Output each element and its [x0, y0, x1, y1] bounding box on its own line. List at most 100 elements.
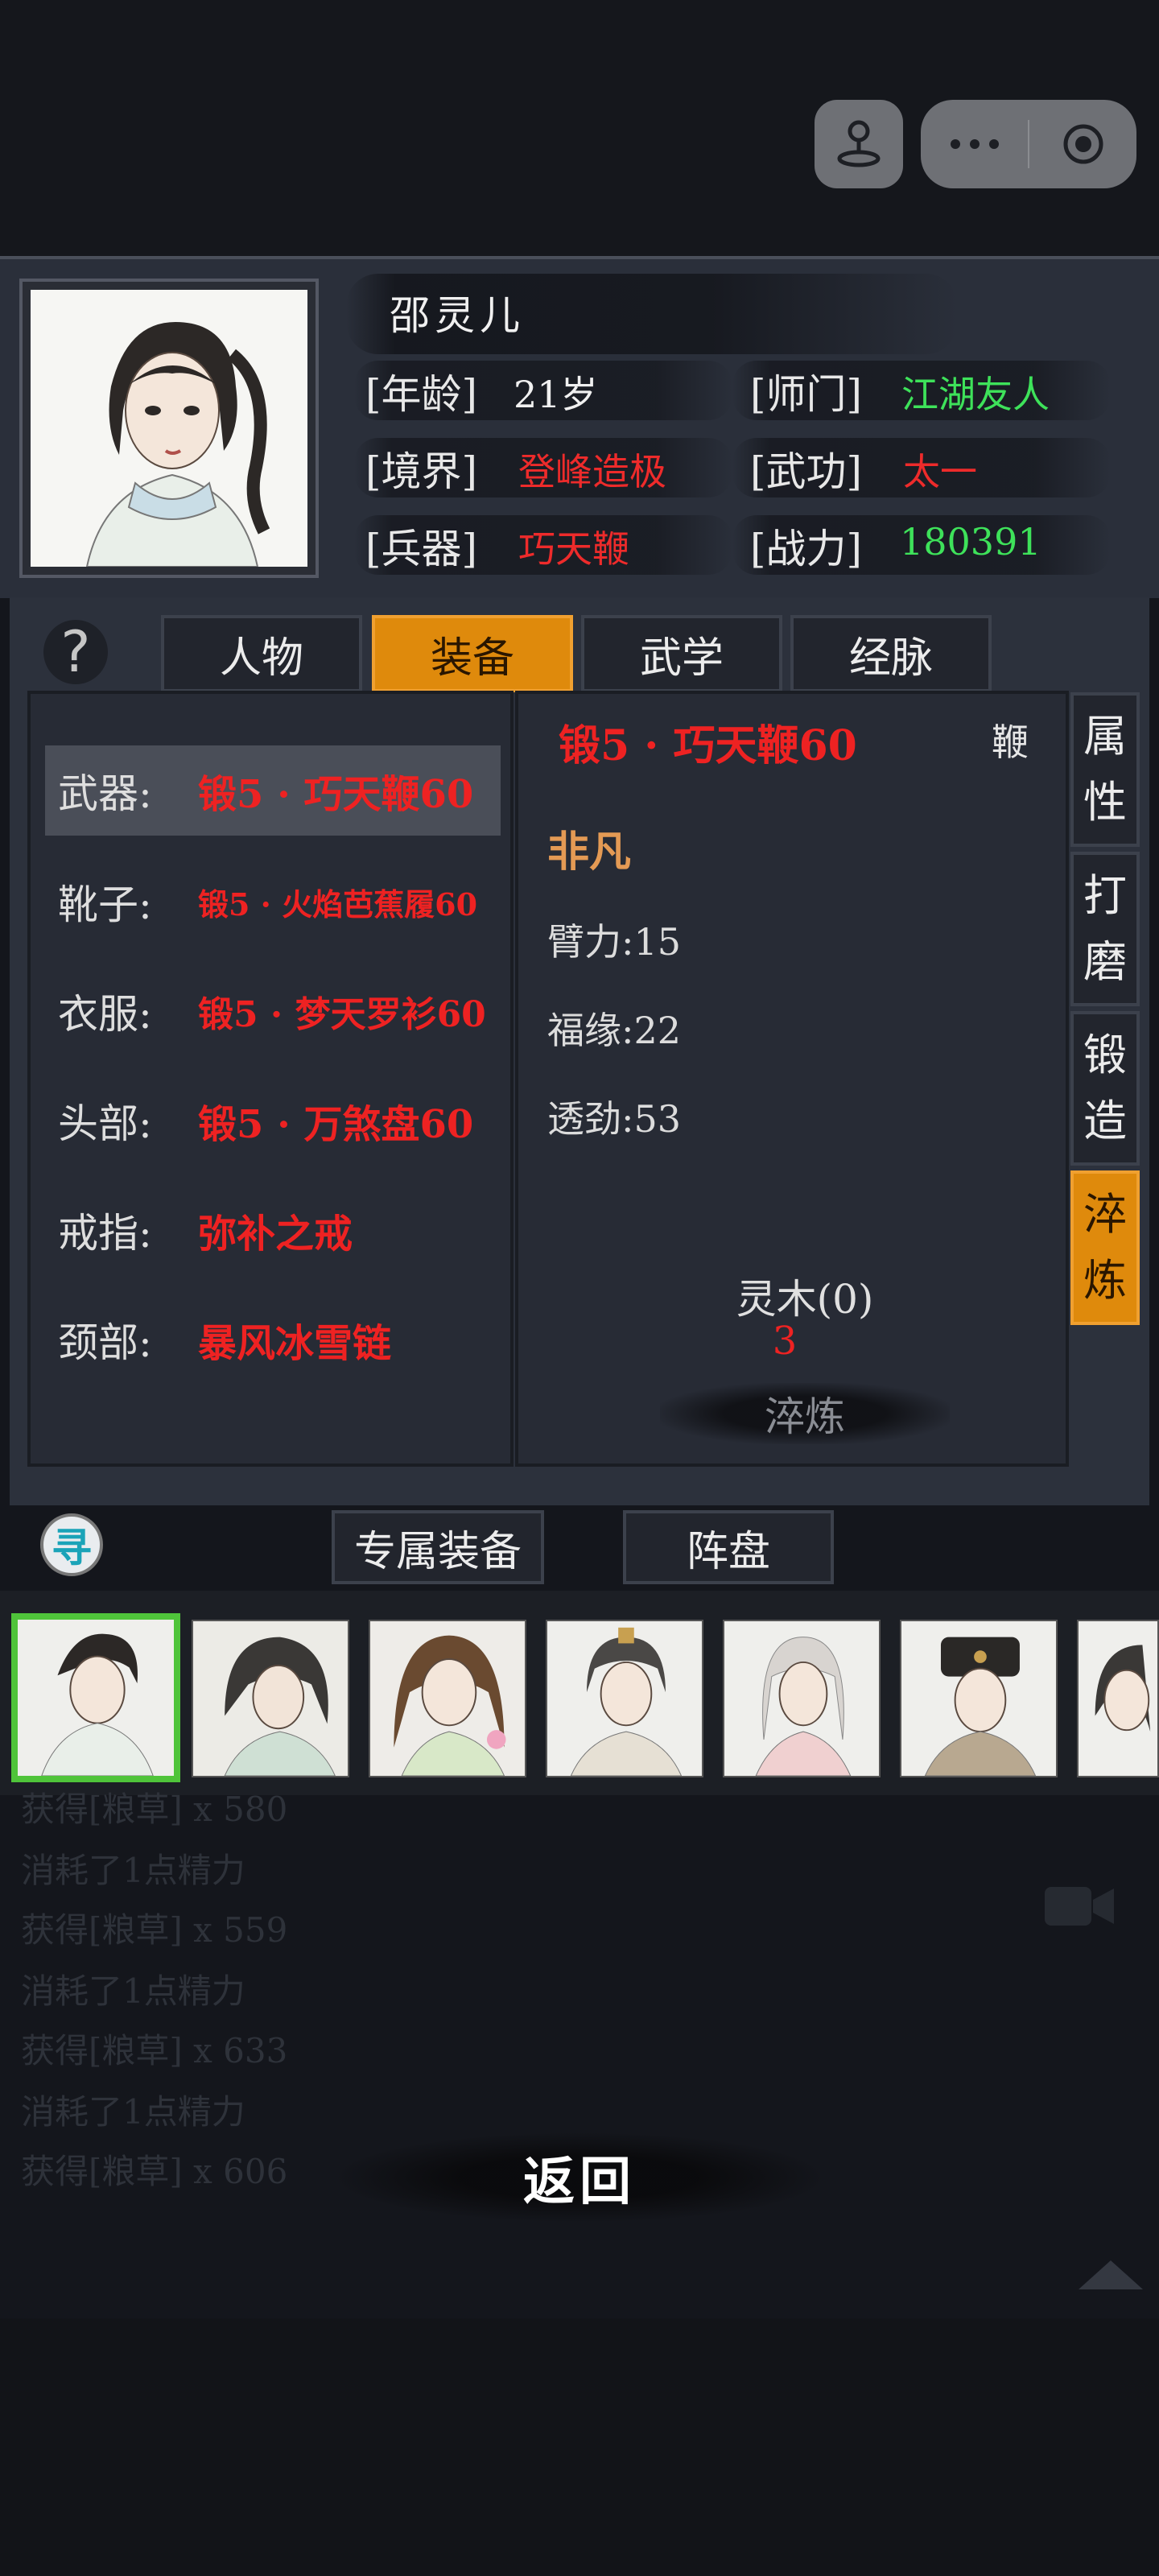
side-tab-char: 磨 — [1083, 936, 1127, 987]
slot-boots[interactable]: 靴子: 锻5 · 火焰芭蕉履60 — [45, 857, 501, 947]
slot-value: 锻5 · 万煞盘60 — [198, 1102, 474, 1147]
refine-label: 淬炼 — [765, 1393, 845, 1440]
item-attribute: 透劲:53 — [547, 1097, 682, 1141]
realm-value: 登峰造极 — [518, 450, 666, 493]
power-label: [战力] — [750, 526, 863, 572]
item-attribute: 臂力:15 — [547, 920, 682, 964]
side-tab-char: 淬 — [1083, 1189, 1127, 1240]
character-avatar — [370, 1621, 525, 1776]
sect-value: 江湖友人 — [901, 373, 1050, 416]
character-avatar — [901, 1621, 1056, 1776]
log-line: 获得[粮草] x 606 — [21, 2152, 288, 2191]
slot-label: 衣服: — [58, 991, 152, 1038]
roster-character[interactable] — [11, 1613, 180, 1782]
tab-meridians[interactable]: 经脉 — [790, 615, 992, 692]
roster-character[interactable] — [192, 1620, 349, 1777]
tab-label: 人物 — [219, 634, 303, 683]
side-tab-char: 炼 — [1083, 1255, 1127, 1306]
slot-weapon[interactable]: 武器: 锻5 · 巧天鞭60 — [45, 745, 501, 836]
slot-clothes[interactable]: 衣服: 锻5 · 梦天罗衫60 — [45, 966, 501, 1056]
side-tab-char: 打 — [1083, 870, 1127, 921]
side-tab-temper[interactable]: 淬 炼 — [1070, 1170, 1140, 1325]
tab-label: 装备 — [430, 634, 514, 683]
video-camera-icon[interactable] — [1043, 1884, 1116, 1929]
character-portrait — [23, 282, 316, 575]
portrait-avatar — [31, 290, 307, 568]
martial-value: 太一 — [903, 450, 977, 493]
log-line: 消耗了1点精力 — [21, 1971, 245, 2011]
roster-character[interactable] — [546, 1620, 703, 1777]
sect-label: [师门] — [750, 371, 863, 418]
joystick-button[interactable] — [815, 100, 903, 188]
character-avatar — [547, 1621, 702, 1776]
close-target-button[interactable] — [1029, 100, 1136, 188]
more-button[interactable] — [921, 100, 1028, 188]
help-button[interactable]: ? — [43, 619, 108, 685]
log-line: 获得[粮草] x 633 — [21, 2031, 288, 2070]
log-line: 获得[粮草] x 559 — [21, 1910, 288, 1950]
roster-character[interactable] — [723, 1620, 881, 1777]
slot-label: 戒指: — [58, 1210, 152, 1257]
help-icon: ? — [60, 619, 91, 685]
character-avatar — [1079, 1621, 1157, 1776]
roster-character[interactable] — [1077, 1620, 1159, 1777]
more-dots-icon — [950, 139, 999, 149]
slot-neck[interactable]: 颈部: 暴风冰雪链 — [45, 1294, 501, 1385]
log-line: 获得[粮草] x 580 — [21, 1790, 288, 1829]
material-count: 3 — [772, 1319, 798, 1364]
slot-value: 锻5 · 火焰芭蕉履60 — [198, 886, 478, 923]
back-label: 返回 — [523, 2152, 636, 2212]
tab-label: 武学 — [639, 634, 724, 683]
roster-character[interactable] — [369, 1620, 526, 1777]
slot-ring[interactable]: 戒指: 弥补之戒 — [45, 1185, 501, 1275]
slot-label: 颈部: — [58, 1319, 152, 1366]
seek-icon: 寻 — [52, 1524, 92, 1571]
side-tab-char: 造 — [1083, 1096, 1127, 1146]
back-button[interactable]: 返回 — [338, 2133, 821, 2222]
mini-program-capsule — [921, 100, 1136, 188]
tab-martial-arts[interactable]: 武学 — [581, 615, 782, 692]
side-tab-char: 锻 — [1083, 1030, 1127, 1080]
sub-tab-label: 阵盘 — [686, 1527, 770, 1576]
tab-label: 经脉 — [848, 634, 933, 683]
weapon-value: 巧天鞭 — [518, 527, 629, 571]
tab-formation[interactable]: 阵盘 — [623, 1510, 834, 1584]
item-attribute: 福缘:22 — [547, 1009, 682, 1052]
character-avatar — [724, 1621, 879, 1776]
character-avatar — [193, 1621, 348, 1776]
scroll-up-arrow-icon[interactable] — [1079, 2260, 1143, 2289]
slot-value: 暴风冰雪链 — [198, 1321, 392, 1366]
power-value: 180391 — [900, 520, 1041, 564]
weapon-label: [兵器] — [365, 526, 478, 572]
refine-button[interactable]: 淬炼 — [660, 1383, 950, 1444]
slot-value: 弥补之戒 — [198, 1212, 353, 1257]
character-name: 邵灵儿 — [390, 292, 525, 339]
log-line: 消耗了1点精力 — [21, 1851, 245, 1890]
target-icon — [1063, 124, 1103, 164]
martial-label: [武功] — [750, 448, 863, 495]
tab-equipment[interactable]: 装备 — [372, 615, 573, 692]
item-type: 鞭 — [992, 720, 1029, 764]
side-tab-forge[interactable]: 锻 造 — [1070, 1011, 1140, 1166]
seek-button[interactable]: 寻 — [40, 1513, 103, 1576]
slot-label: 武器: — [58, 770, 152, 817]
item-name: 锻5 · 巧天鞭60 — [559, 721, 857, 770]
side-tab-polish[interactable]: 打 磨 — [1070, 852, 1140, 1006]
character-avatar — [18, 1620, 174, 1776]
roster-character[interactable] — [900, 1620, 1058, 1777]
age-value: 21岁 — [514, 373, 598, 416]
realm-label: [境界] — [365, 448, 478, 495]
sub-tab-label: 专属装备 — [353, 1527, 522, 1576]
side-tab-char: 属 — [1083, 711, 1127, 762]
item-rarity: 非凡 — [547, 828, 632, 877]
material-name: 灵木(0) — [736, 1276, 874, 1323]
side-tab-attributes[interactable]: 属 性 — [1070, 692, 1140, 847]
tab-exclusive-equipment[interactable]: 专属装备 — [332, 1510, 544, 1584]
slot-label: 头部: — [58, 1100, 152, 1147]
slot-head[interactable]: 头部: 锻5 · 万煞盘60 — [45, 1075, 501, 1166]
side-tab-char: 性 — [1083, 777, 1127, 828]
tab-character[interactable]: 人物 — [161, 615, 362, 692]
slot-value: 锻5 · 巧天鞭60 — [198, 772, 474, 817]
joystick-icon — [837, 120, 881, 167]
age-label: [年龄] — [365, 371, 478, 418]
